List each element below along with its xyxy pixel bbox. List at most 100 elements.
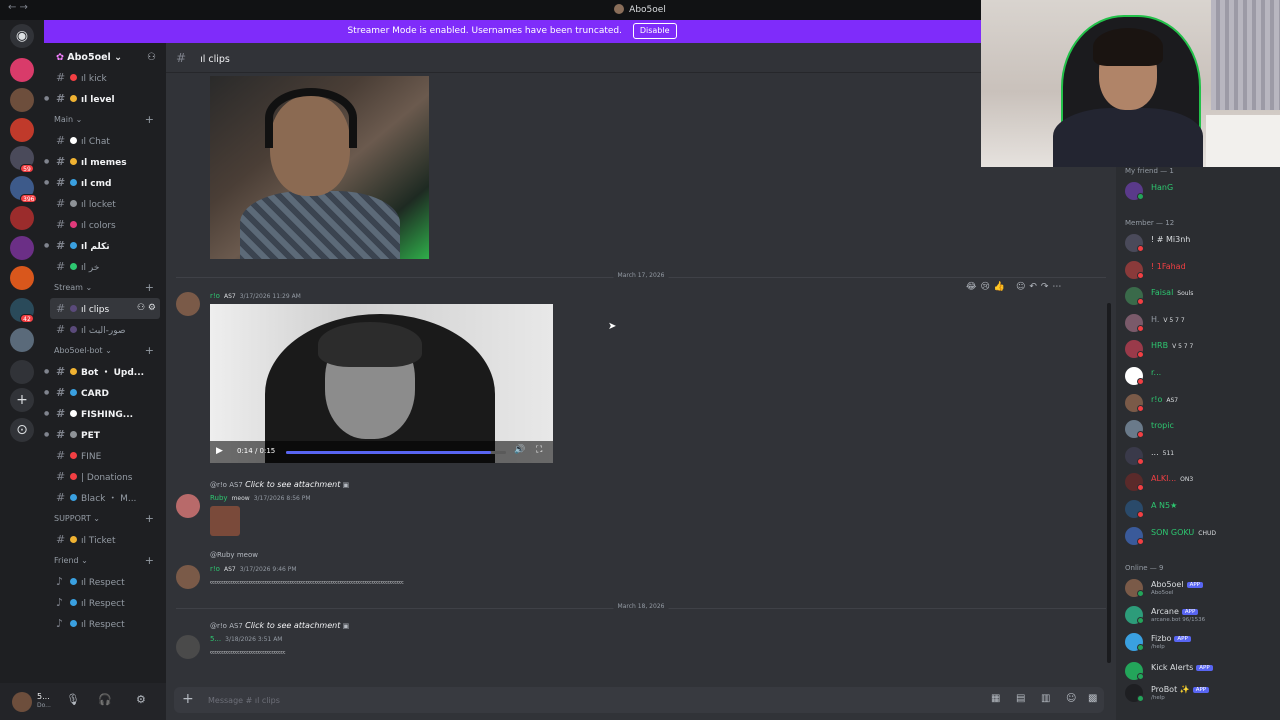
user-avatar[interactable] [12,692,32,712]
server-icon[interactable] [10,88,34,112]
channel-fishing[interactable]: ● # FISHING... [44,403,166,424]
member-item[interactable]: H. V 5 7 7 [1125,312,1280,334]
user-avatar[interactable] [176,565,200,589]
channel-black-market[interactable]: # Black ・ M... [44,487,166,508]
author-name[interactable]: Ruby [210,494,228,502]
gif-icon[interactable]: ▤ [1016,693,1025,704]
add-attachment-icon[interactable]: + [182,691,194,707]
server-icon[interactable] [10,236,34,260]
channel-talk[interactable]: ● # ıl تكلم [44,235,166,256]
status-dot [1137,695,1144,702]
microphone-icon[interactable]: 🎙 [66,693,80,706]
play-icon[interactable]: ▶ [216,446,223,456]
server-icon[interactable] [10,206,34,230]
voice-channel-respect[interactable]: ♪ ıl Respect [44,571,166,592]
user-avatar[interactable] [176,292,200,316]
message-hover-toolbar[interactable]: 😂😢👍 ☺↶↷⋯ [966,282,1065,292]
reply-preview[interactable]: @Ruby meow [210,551,258,559]
scrollbar-thumb[interactable] [1107,303,1111,663]
voice-channel-respect[interactable]: ♪ ıl Respect [44,592,166,613]
channel-donations[interactable]: # | Donations [44,466,166,487]
disable-button[interactable]: Disable [632,23,677,39]
channel-pet[interactable]: ● # PET [44,424,166,445]
settings-gear-icon[interactable]: ⚙ [136,693,146,706]
channel-stream-images[interactable]: # ıl صور-البث [44,319,166,340]
user-avatar[interactable] [176,494,200,518]
channel-card[interactable]: ● # CARD [44,382,166,403]
member-item[interactable]: r... [1125,365,1280,387]
video-progress-bar[interactable] [286,451,506,454]
member-item[interactable]: SON GOKU CHUD [1125,525,1280,547]
app-badge: APP [1181,609,1199,615]
voice-channel-respect[interactable]: ♪ ıl Respect [44,613,166,634]
member-item[interactable]: ! # Mi3nh [1125,232,1280,254]
channel-colors[interactable]: # ıl colors [44,214,166,235]
channel-memes[interactable]: ● # ıl memes [44,151,166,172]
server-icon[interactable] [10,360,34,384]
image-attachment[interactable] [210,76,429,259]
bot-member-item[interactable]: Fizbo APP/help [1125,631,1280,653]
video-player[interactable]: ▶ 0:14 / 0:15 🔊 ⛶ [210,304,553,463]
server-icon[interactable] [10,328,34,352]
member-item[interactable]: HRB V 5 7 7 [1125,338,1280,360]
server-icon[interactable] [10,58,34,82]
member-item[interactable]: A N5★ [1125,498,1280,520]
channel-level[interactable]: ● # ıl level [44,88,166,109]
member-item[interactable]: ! 1Fahad [1125,259,1280,281]
reply-preview[interactable]: @r!o AS7 Click to see attachment ▣ [210,480,349,489]
fullscreen-icon[interactable]: ⛶ [536,445,542,455]
member-item[interactable]: r!o AS7 [1125,392,1280,414]
author-name[interactable]: r!o [210,292,220,300]
channel-clips[interactable]: # ıl clips ⚇ ⚙ [50,298,160,319]
bot-member-item[interactable]: Kick Alerts APP [1125,660,1280,682]
channel-settings-icon[interactable]: ⚇ ⚙ [137,298,156,319]
add-server-icon[interactable]: + [10,388,34,412]
member-item[interactable]: tropic [1125,418,1280,440]
member-item[interactable]: ... 511 [1125,445,1280,467]
sticker-icon[interactable]: ▥ [1041,693,1050,704]
channel-fine[interactable]: # FINE [44,445,166,466]
message-input[interactable] [208,693,808,707]
channel-chat[interactable]: # ıl Chat [44,130,166,151]
category-bot[interactable]: Abo5oel-bot ⌄ + [44,340,166,361]
unread-badge: 59 [20,164,34,173]
headphones-icon[interactable]: 🎧 [98,693,112,706]
channel-locket[interactable]: # ıl locket [44,193,166,214]
channel-kick[interactable]: # ıl kick [44,67,166,88]
member-name: r... [1151,368,1162,377]
add-channel-icon[interactable]: + [145,277,154,298]
gift-icon[interactable]: ▦ [991,693,1000,704]
channel-ticket[interactable]: # ıl Ticket [44,529,166,550]
channel-other[interactable]: # ıl خر [44,256,166,277]
reply-preview[interactable]: @r!o AS7 Click to see attachment ▣ [210,621,349,630]
category-main[interactable]: Main ⌄ + [44,109,166,130]
status-dot [1137,673,1144,680]
bot-member-item[interactable]: Abo5oel APP Abo5oel [1125,577,1280,599]
volume-icon[interactable]: 🔊 [514,445,525,455]
discord-home-icon[interactable]: ◉ [10,24,34,48]
server-icon[interactable] [10,266,34,290]
add-channel-icon[interactable]: + [145,109,154,130]
member-item[interactable]: ALKI... ON3 [1125,471,1280,493]
server-icon[interactable] [10,118,34,142]
member-item[interactable]: Faisal Souls [1125,285,1280,307]
bot-member-item[interactable]: Arcane APP arcane.bot 96/1536 [1125,604,1280,626]
channel-bot-updates[interactable]: ● # Bot ・ Upd... [44,361,166,382]
apps-icon[interactable]: ▩ [1088,693,1097,704]
add-channel-icon[interactable]: + [145,508,154,529]
user-avatar[interactable] [176,635,200,659]
emoji-icon[interactable]: ☺ [1066,693,1076,704]
chat-scrollbar[interactable] [1107,303,1111,663]
category-support[interactable]: SUPPORT ⌄ + [44,508,166,529]
add-channel-icon[interactable]: + [145,340,154,361]
bot-member-item[interactable]: ProBot ✨ APP/help [1125,682,1280,704]
author-name[interactable]: r!o [210,565,220,573]
author-name[interactable]: 5... [210,635,221,643]
category-friend[interactable]: Friend ⌄ + [44,550,166,571]
category-stream[interactable]: Stream ⌄ + [44,277,166,298]
discover-icon[interactable]: ⊙ [10,418,34,442]
sticker-image[interactable] [210,506,240,536]
add-channel-icon[interactable]: + [145,550,154,571]
channel-cmd[interactable]: ● # ıl cmd [44,172,166,193]
member-item[interactable]: HanG [1125,180,1280,202]
